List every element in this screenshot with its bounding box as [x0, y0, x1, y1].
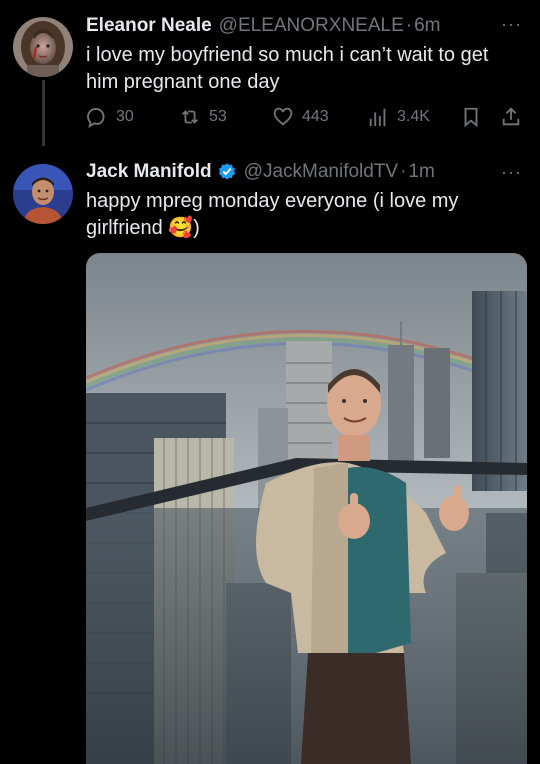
- share-button[interactable]: [500, 106, 530, 128]
- author-handle[interactable]: @ELEANORXNEALE: [219, 15, 404, 37]
- tweet-photo[interactable]: [86, 253, 527, 764]
- avatar-eleanor[interactable]: [13, 17, 73, 77]
- smiling-face-with-hearts-emoji: 🥰: [168, 217, 194, 239]
- author-name[interactable]: Eleanor Neale: [86, 15, 212, 37]
- view-count: 3.4K: [397, 108, 430, 125]
- more-options-icon[interactable]: ···: [501, 14, 522, 35]
- separator-dot: ·: [405, 15, 413, 36]
- action-bar: 30 53 443 3.4K: [86, 104, 526, 132]
- speech-bubble-icon: [87, 108, 105, 128]
- share-upload-icon: [502, 107, 520, 126]
- bar-chart-icon: [369, 108, 386, 127]
- more-options-icon[interactable]: ···: [501, 162, 522, 183]
- reply-button[interactable]: 30: [86, 106, 134, 128]
- views-button[interactable]: 3.4K: [367, 106, 430, 128]
- timestamp[interactable]: 6m: [414, 15, 440, 37]
- author-handle[interactable]: @JackManifoldTV: [244, 161, 398, 183]
- tweet-text-end: ): [193, 217, 200, 239]
- tweet-text: i love my boyfriend so much i can’t wait…: [86, 44, 489, 93]
- reply-count: 30: [116, 108, 134, 125]
- tweet-header: Jack Manifold @JackManifoldTV · 1m: [86, 161, 435, 183]
- tweet-eleanor[interactable]: Eleanor Neale @ELEANORXNEALE · 6m ··· i …: [0, 0, 540, 150]
- like-button[interactable]: 443: [272, 106, 329, 128]
- avatar-jack[interactable]: [13, 164, 73, 224]
- tweet-header: Eleanor Neale @ELEANORXNEALE · 6m: [86, 15, 440, 37]
- heart-outline-icon: [273, 107, 293, 126]
- tweet-text: happy mpreg monday everyone (i love my g…: [86, 188, 526, 242]
- timestamp[interactable]: 1m: [408, 161, 434, 183]
- verified-badge-icon: [218, 163, 235, 180]
- tweet-text-main: happy mpreg monday everyone (i love my g…: [86, 190, 459, 239]
- tweet-jack[interactable]: Jack Manifold @JackManifoldTV · 1m ··· h…: [0, 150, 540, 764]
- bookmark-button[interactable]: [460, 106, 490, 128]
- bookmark-icon: [464, 107, 478, 128]
- retweet-count: 53: [209, 108, 227, 125]
- like-count: 443: [302, 108, 329, 125]
- author-name[interactable]: Jack Manifold: [86, 161, 212, 183]
- thread-connector-line: [42, 80, 45, 146]
- retweet-arrows-icon: [182, 110, 198, 124]
- retweet-button[interactable]: 53: [179, 106, 227, 128]
- separator-dot: ·: [400, 161, 407, 182]
- photo-content: [86, 253, 527, 764]
